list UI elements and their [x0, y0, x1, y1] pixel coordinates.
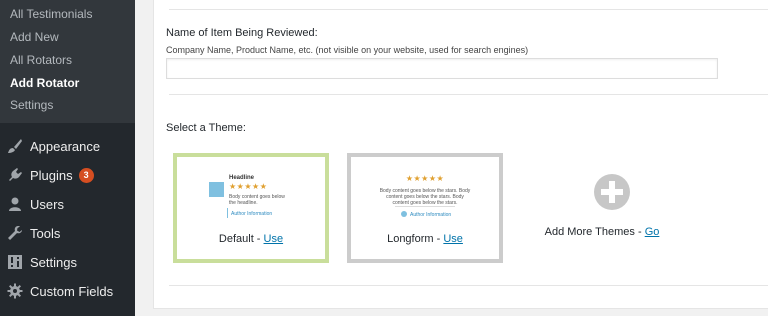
- menu-item-plugins[interactable]: Plugins 3: [0, 161, 135, 189]
- gear-icon: [7, 283, 23, 299]
- submenu-item-add-new[interactable]: Add New: [10, 30, 59, 44]
- preview-headline: Headline: [229, 175, 255, 181]
- add-more-go-link[interactable]: Go: [645, 226, 660, 238]
- add-more-themes: Add More Themes - Go: [534, 170, 670, 250]
- select-theme-label: Select a Theme:: [166, 122, 246, 134]
- item-name-input[interactable]: [166, 58, 718, 79]
- paintbrush-icon: [7, 138, 23, 154]
- wrench-icon: [7, 225, 23, 241]
- item-name-description: Company Name, Product Name, etc. (not vi…: [166, 45, 529, 55]
- preview-body: Body content goes below the stars. Body …: [379, 188, 471, 206]
- menu-label-plugins: Plugins: [30, 167, 73, 183]
- preview-stars: ★★★★★: [405, 174, 445, 183]
- submenu-item-settings[interactable]: Settings: [10, 98, 53, 112]
- preview-divider: [395, 206, 455, 207]
- submenu-item-all-rotators[interactable]: All Rotators: [10, 53, 72, 67]
- preview-author: Author Information: [410, 212, 452, 218]
- theme-card-default[interactable]: Headline ★★★★★ Body content goes below t…: [173, 153, 329, 263]
- use-longform-theme-link[interactable]: Use: [443, 233, 463, 245]
- update-count-badge: 3: [78, 167, 94, 183]
- menu-label-custom-fields: Custom Fields: [30, 283, 114, 299]
- menu-item-settings[interactable]: Settings: [0, 248, 135, 276]
- submenu-item-add-rotator[interactable]: Add Rotator: [10, 76, 79, 90]
- item-name-label: Name of Item Being Reviewed:: [166, 27, 318, 39]
- plus-circle-icon[interactable]: [594, 174, 630, 210]
- divider: [169, 94, 768, 95]
- preview-author: Author Information: [231, 211, 273, 217]
- menu-label-settings: Settings: [30, 254, 77, 270]
- main-content: Name of Item Being Reviewed: Company Nam…: [135, 0, 768, 316]
- add-more-caption: Add More Themes - Go: [544, 226, 660, 238]
- preview-image-placeholder: [209, 182, 224, 197]
- menu-label-tools: Tools: [30, 225, 61, 241]
- submenu: All Testimonials Add New All Rotators Ad…: [0, 0, 135, 123]
- menu-label-appearance: Appearance: [30, 138, 101, 154]
- theme-caption-longform: Longform - Use: [387, 233, 463, 245]
- preview-author-bar: [227, 208, 228, 218]
- theme-card-longform[interactable]: ★★★★★ Body content goes below the stars.…: [347, 153, 503, 263]
- menu-label-users: Users: [30, 196, 64, 212]
- use-default-theme-link[interactable]: Use: [264, 233, 284, 245]
- preview-stars: ★★★★★: [229, 182, 268, 191]
- admin-sidebar: All Testimonials Add New All Rotators Ad…: [0, 0, 135, 316]
- settings-panel: Name of Item Being Reviewed: Company Nam…: [153, 0, 768, 309]
- theme-name-default: Default: [218, 233, 254, 245]
- divider: [169, 285, 768, 286]
- preview-author-dot: [401, 211, 407, 217]
- menu-item-tools[interactable]: Tools: [0, 219, 135, 247]
- preview-body: Body content goes below the headline.: [229, 194, 285, 206]
- submenu-item-all-testimonials[interactable]: All Testimonials: [10, 7, 92, 21]
- add-more-label: Add More Themes: [544, 226, 635, 238]
- menu-item-appearance[interactable]: Appearance: [0, 132, 135, 160]
- theme-name-longform: Longform: [387, 233, 434, 245]
- menu-item-custom-fields[interactable]: Custom Fields: [0, 277, 135, 305]
- user-icon: [7, 196, 23, 212]
- theme-caption-default: Default - Use: [218, 233, 284, 245]
- plug-icon: [7, 167, 23, 183]
- menu-item-users[interactable]: Users: [0, 190, 135, 218]
- divider: [169, 9, 768, 10]
- settings-sliders-icon: [7, 254, 23, 270]
